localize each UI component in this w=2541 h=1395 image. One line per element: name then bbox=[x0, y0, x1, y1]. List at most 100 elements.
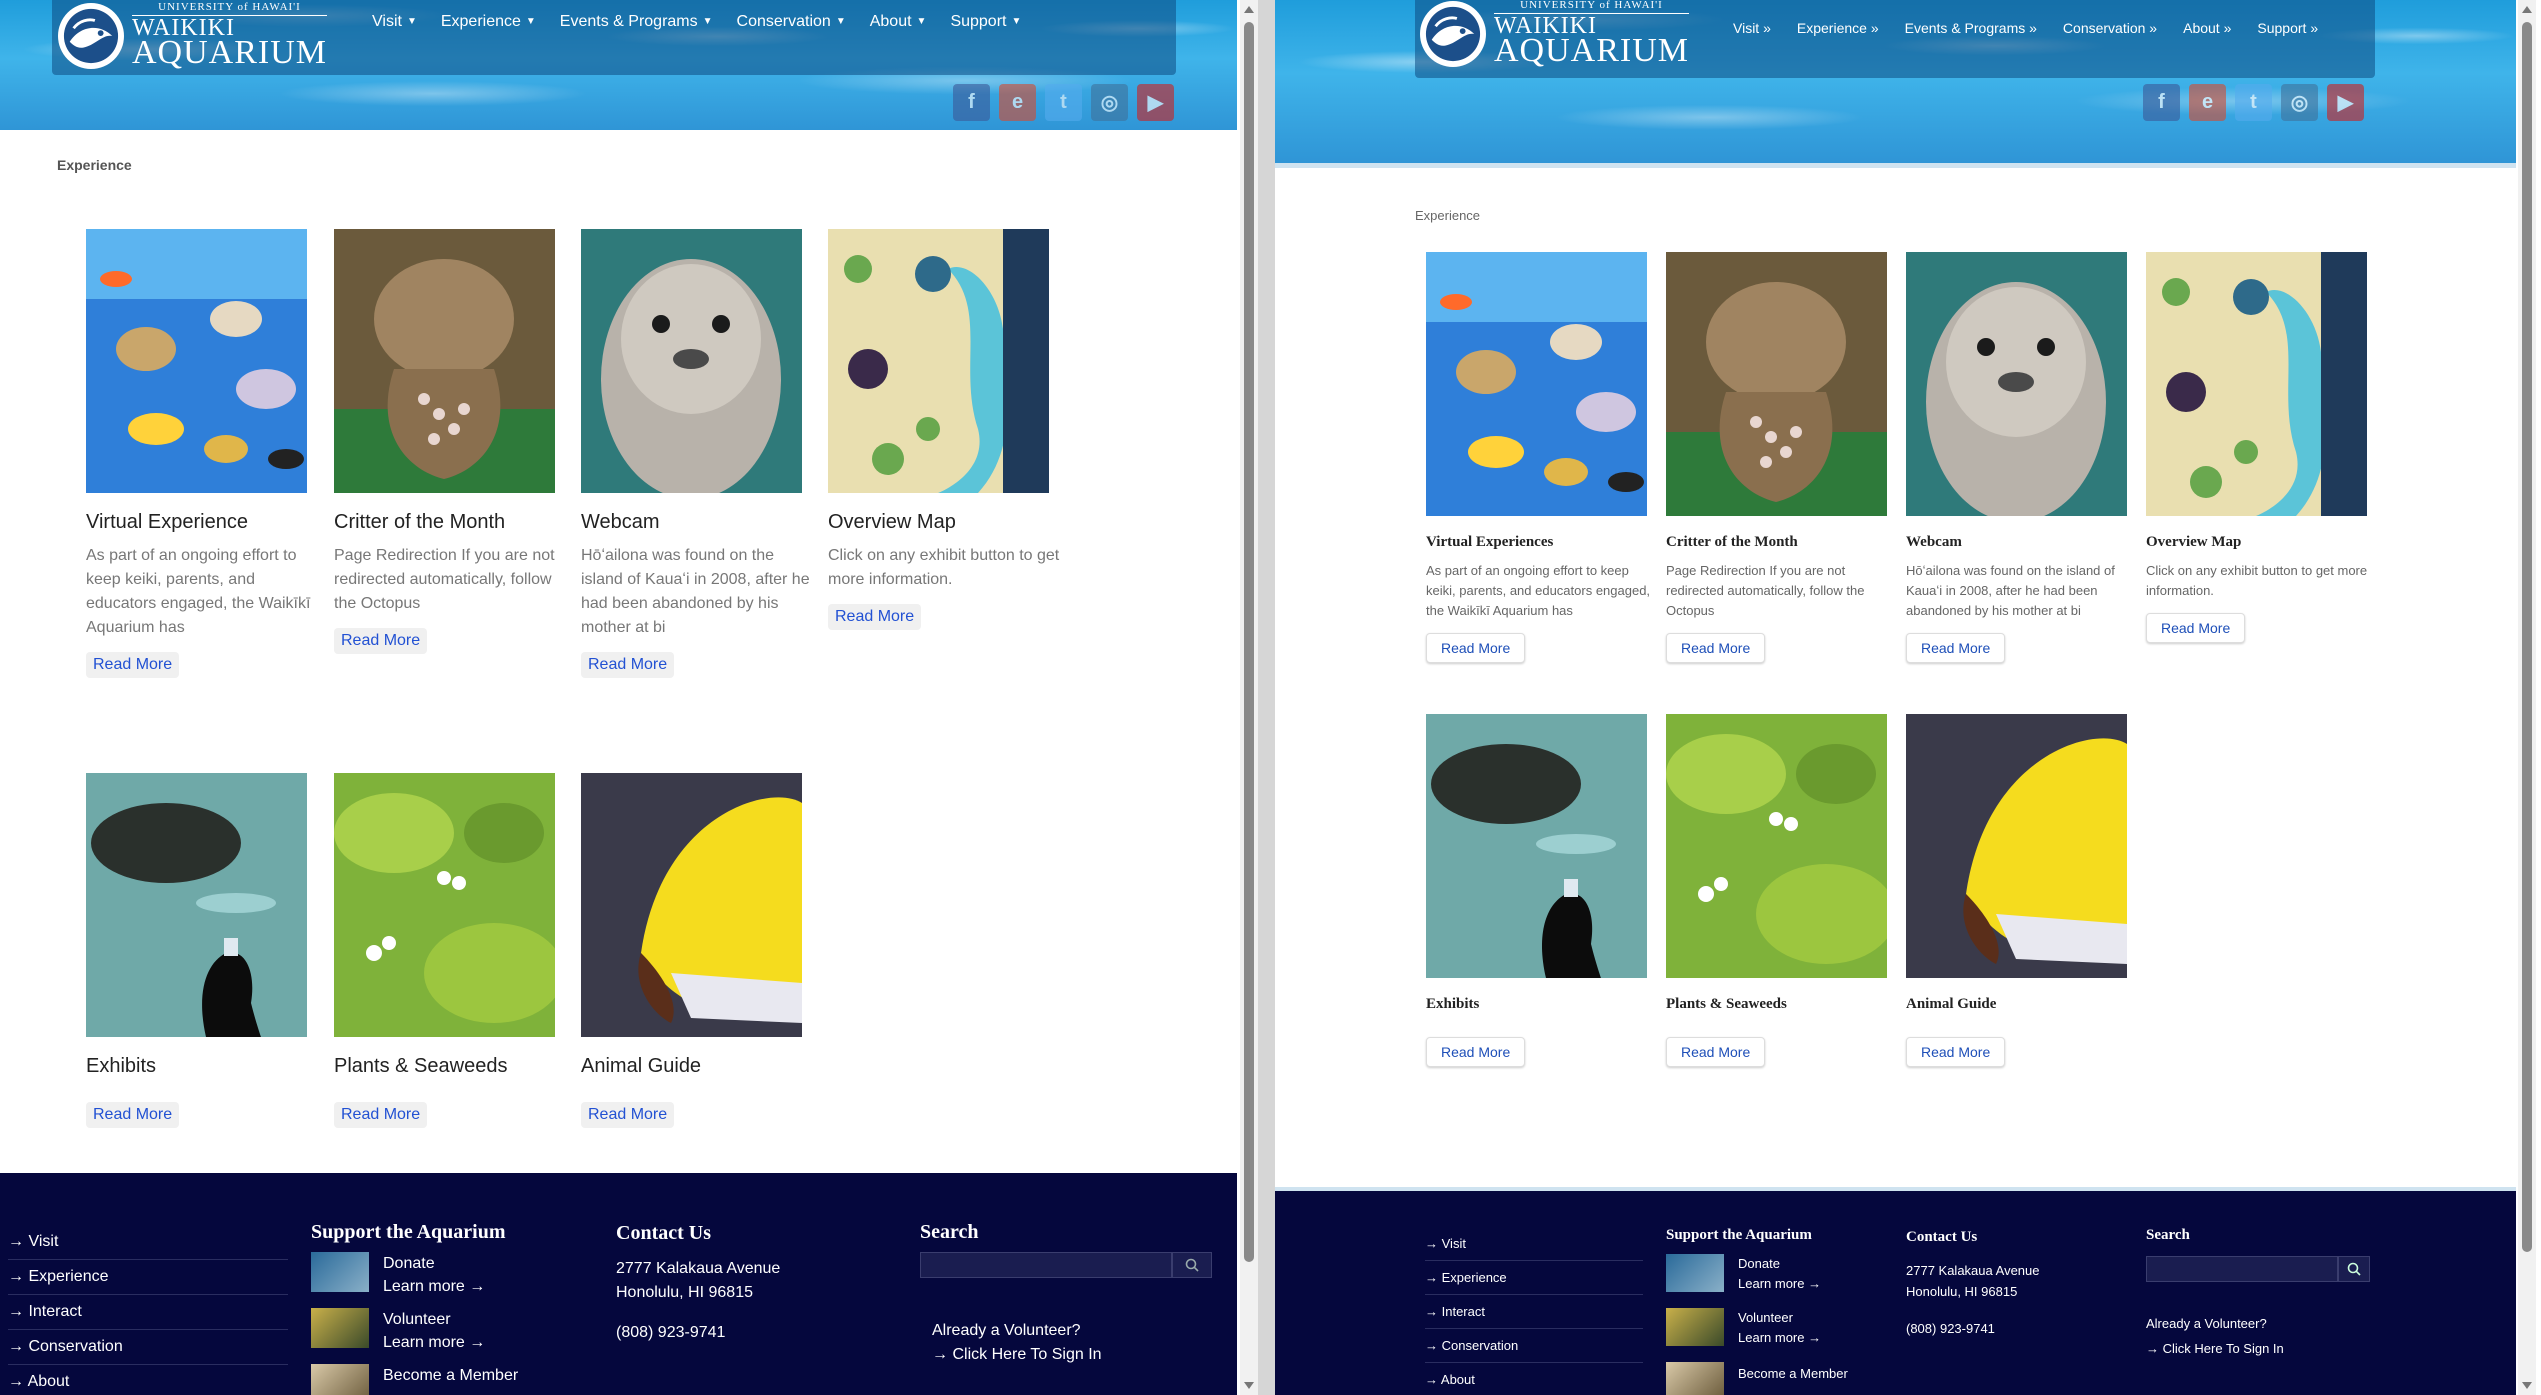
fish-tank-image[interactable] bbox=[86, 229, 307, 493]
card-title[interactable]: Virtual Experience bbox=[86, 511, 318, 534]
card-title[interactable]: Overview Map bbox=[2146, 534, 2374, 551]
card-title[interactable]: Overview Map bbox=[828, 511, 1060, 534]
site-logo[interactable]: UNIVERSITY of HAWAI'I WAIKIKI AQUARIUM bbox=[58, 2, 327, 70]
scroll-up-icon[interactable] bbox=[2522, 6, 2532, 13]
twitter-icon[interactable]: t bbox=[2235, 84, 2272, 121]
support-member[interactable]: Become a Member bbox=[1666, 1362, 1886, 1395]
twitter-icon[interactable]: t bbox=[1045, 84, 1082, 121]
footer-link-about[interactable]: → About bbox=[8, 1365, 288, 1395]
footer-link-visit[interactable]: → Visit bbox=[8, 1225, 288, 1260]
read-more-button[interactable]: Read More bbox=[86, 1102, 180, 1128]
card-title[interactable]: Critter of the Month bbox=[334, 511, 566, 534]
read-more-button[interactable]: Read More bbox=[86, 652, 180, 678]
menu-experience[interactable]: Experience » bbox=[1797, 20, 1879, 36]
breadcrumb[interactable]: Experience bbox=[57, 157, 132, 173]
read-more-button[interactable]: Read More bbox=[2146, 613, 2246, 643]
support-member[interactable]: Become a Member bbox=[311, 1364, 561, 1395]
butterflyfish-image[interactable] bbox=[581, 773, 802, 1037]
facebook-icon[interactable]: f bbox=[2143, 84, 2180, 121]
menu-events[interactable]: Events & Programs ▼ bbox=[560, 13, 713, 31]
card-title[interactable]: Animal Guide bbox=[1906, 996, 2127, 1013]
contact-phone[interactable]: (808) 923-9741 bbox=[1906, 1318, 2126, 1339]
card-title[interactable]: Virtual Experiences bbox=[1426, 534, 1654, 551]
read-more-button[interactable]: Read More bbox=[828, 604, 922, 630]
volunteer-sign-in-link[interactable]: → Click Here To Sign In bbox=[2146, 1341, 2376, 1356]
map-image[interactable] bbox=[2146, 252, 2367, 516]
scroll-up-icon[interactable] bbox=[1244, 6, 1254, 13]
fish-tank-image[interactable] bbox=[1426, 252, 1647, 516]
footer-link-conservation[interactable]: → Conservation bbox=[8, 1330, 288, 1365]
footer-link-interact[interactable]: → Interact bbox=[1425, 1295, 1643, 1329]
menu-about[interactable]: About ▼ bbox=[870, 13, 927, 31]
scroll-down-icon[interactable] bbox=[2522, 1382, 2532, 1389]
menu-visit[interactable]: Visit ▼ bbox=[372, 13, 417, 31]
read-more-button[interactable]: Read More bbox=[1906, 1037, 2006, 1067]
facebook-icon[interactable]: f bbox=[953, 84, 990, 121]
monk-seal-image[interactable] bbox=[581, 229, 802, 493]
scroll-thumb[interactable] bbox=[1244, 22, 1254, 1262]
exhibits-image[interactable] bbox=[1426, 714, 1647, 978]
plants-image[interactable] bbox=[1666, 714, 1887, 978]
card-title[interactable]: Plants & Seaweeds bbox=[1666, 996, 1887, 1013]
card-title[interactable]: Webcam bbox=[1906, 534, 2134, 551]
octopus-image[interactable] bbox=[1666, 252, 1887, 516]
read-more-button[interactable]: Read More bbox=[581, 652, 675, 678]
card-title[interactable]: Critter of the Month bbox=[1666, 534, 1894, 551]
support-donate[interactable]: Donate Learn more → bbox=[311, 1252, 561, 1298]
footer-link-about[interactable]: → About bbox=[1425, 1363, 1643, 1395]
octopus-image[interactable] bbox=[334, 229, 555, 493]
menu-about[interactable]: About » bbox=[2183, 20, 2231, 36]
instagram-icon[interactable]: ◎ bbox=[1091, 84, 1128, 121]
scroll-thumb[interactable] bbox=[2522, 22, 2532, 1252]
support-volunteer[interactable]: Volunteer Learn more → bbox=[1666, 1308, 1886, 1348]
pane-divider[interactable] bbox=[1258, 0, 1275, 1395]
left-scrollbar[interactable] bbox=[1240, 0, 1258, 1395]
search-icon[interactable] bbox=[2338, 1256, 2370, 1282]
youtube-icon[interactable]: ▶ bbox=[2327, 84, 2364, 121]
footer-link-conservation[interactable]: → Conservation bbox=[1425, 1329, 1643, 1363]
card-title[interactable]: Plants & Seaweeds bbox=[334, 1055, 555, 1078]
card-title[interactable]: Exhibits bbox=[1426, 996, 1647, 1013]
map-image[interactable] bbox=[828, 229, 1049, 493]
menu-visit[interactable]: Visit » bbox=[1733, 20, 1771, 36]
butterflyfish-image[interactable] bbox=[1906, 714, 2127, 978]
menu-conservation[interactable]: Conservation » bbox=[2063, 20, 2157, 36]
menu-events[interactable]: Events & Programs » bbox=[1905, 20, 2037, 36]
footer-search-input[interactable] bbox=[2146, 1256, 2338, 1282]
menu-support[interactable]: Support » bbox=[2257, 20, 2318, 36]
read-more-button[interactable]: Read More bbox=[1906, 633, 2006, 663]
footer-search-input[interactable] bbox=[920, 1252, 1172, 1278]
eventbrite-icon[interactable]: e bbox=[999, 84, 1036, 121]
plants-image[interactable] bbox=[334, 773, 555, 1037]
footer-link-interact[interactable]: → Interact bbox=[8, 1295, 288, 1330]
search-icon[interactable] bbox=[1172, 1252, 1212, 1278]
exhibits-image[interactable] bbox=[86, 773, 307, 1037]
scroll-down-icon[interactable] bbox=[1244, 1382, 1254, 1389]
support-volunteer[interactable]: Volunteer Learn more → bbox=[311, 1308, 561, 1354]
right-scrollbar[interactable] bbox=[2518, 0, 2536, 1395]
read-more-button[interactable]: Read More bbox=[1426, 1037, 1526, 1067]
site-logo[interactable]: UNIVERSITY of HAWAI'I WAIKIKI AQUARIUM bbox=[1420, 0, 1689, 68]
read-more-button[interactable]: Read More bbox=[1666, 633, 1766, 663]
youtube-icon[interactable]: ▶ bbox=[1137, 84, 1174, 121]
menu-experience[interactable]: Experience ▼ bbox=[441, 13, 536, 31]
read-more-button[interactable]: Read More bbox=[334, 1102, 428, 1128]
monk-seal-image[interactable] bbox=[1906, 252, 2127, 516]
menu-support[interactable]: Support ▼ bbox=[950, 13, 1021, 31]
footer-link-experience[interactable]: → Experience bbox=[1425, 1261, 1643, 1295]
card-title[interactable]: Exhibits bbox=[86, 1055, 307, 1078]
menu-conservation[interactable]: Conservation ▼ bbox=[737, 13, 846, 31]
breadcrumb[interactable]: Experience bbox=[1415, 208, 1480, 223]
eventbrite-icon[interactable]: e bbox=[2189, 84, 2226, 121]
read-more-button[interactable]: Read More bbox=[581, 1102, 675, 1128]
card-title[interactable]: Webcam bbox=[581, 511, 813, 534]
instagram-icon[interactable]: ◎ bbox=[2281, 84, 2318, 121]
support-donate[interactable]: Donate Learn more → bbox=[1666, 1254, 1886, 1294]
footer-link-visit[interactable]: → Visit bbox=[1425, 1227, 1643, 1261]
footer-link-experience[interactable]: → Experience bbox=[8, 1260, 288, 1295]
card-title[interactable]: Animal Guide bbox=[581, 1055, 802, 1078]
read-more-button[interactable]: Read More bbox=[334, 628, 428, 654]
volunteer-sign-in-link[interactable]: → Click Here To Sign In bbox=[932, 1346, 1220, 1364]
read-more-button[interactable]: Read More bbox=[1426, 633, 1526, 663]
contact-phone[interactable]: (808) 923-9741 bbox=[616, 1321, 876, 1345]
